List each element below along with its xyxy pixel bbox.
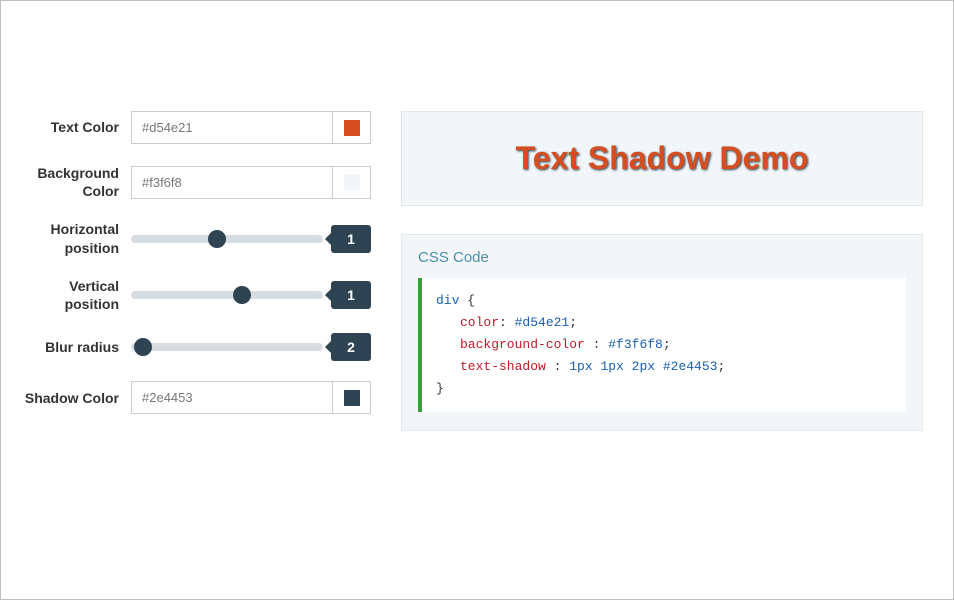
blur-row: Blur radius 2 [21, 333, 371, 361]
vertical-row: Vertical position 1 [21, 277, 371, 313]
shadow-color-field [131, 381, 371, 414]
background-color-swatch-button[interactable] [332, 167, 370, 198]
css-code-title: CSS Code [418, 249, 906, 266]
blur-thumb[interactable] [134, 338, 152, 356]
demo-text: Text Shadow Demo [412, 140, 912, 177]
horizontal-thumb[interactable] [208, 230, 226, 248]
background-color-label: Background Color [21, 164, 131, 200]
shadow-color-swatch [344, 390, 360, 406]
background-color-swatch [344, 174, 360, 190]
blur-label: Blur radius [21, 338, 131, 356]
vertical-label: Vertical position [21, 277, 131, 313]
vertical-slider[interactable] [131, 291, 323, 299]
blur-value-badge: 2 [331, 333, 371, 361]
text-color-label: Text Color [21, 118, 131, 136]
controls-panel: Text Color Background Color [21, 111, 371, 559]
horizontal-slider[interactable] [131, 235, 323, 243]
text-color-field [131, 111, 371, 144]
horizontal-value-badge: 1 [331, 225, 371, 253]
shadow-color-input[interactable] [132, 382, 332, 413]
css-code-panel: CSS Code div { color: #d54e21; backgroun… [401, 234, 923, 431]
blur-slider[interactable] [131, 343, 323, 351]
app-frame: Text Color Background Color [0, 0, 954, 600]
horizontal-label: Horizontal position [21, 220, 131, 256]
css-code-block: div { color: #d54e21; background-color :… [418, 278, 906, 412]
background-color-field [131, 166, 371, 199]
text-color-swatch-button[interactable] [332, 112, 370, 143]
shadow-color-row: Shadow Color [21, 381, 371, 414]
preview-panel: Text Shadow Demo CSS Code div { color: #… [401, 111, 923, 559]
vertical-value-badge: 1 [331, 281, 371, 309]
shadow-color-label: Shadow Color [21, 389, 131, 407]
background-color-row: Background Color [21, 164, 371, 200]
demo-box: Text Shadow Demo [401, 111, 923, 206]
shadow-color-swatch-button[interactable] [332, 382, 370, 413]
background-color-input[interactable] [132, 167, 332, 198]
code-selector: div [436, 293, 459, 308]
text-color-input[interactable] [132, 112, 332, 143]
vertical-thumb[interactable] [233, 286, 251, 304]
text-color-row: Text Color [21, 111, 371, 144]
horizontal-row: Horizontal position 1 [21, 220, 371, 256]
text-color-swatch [344, 120, 360, 136]
